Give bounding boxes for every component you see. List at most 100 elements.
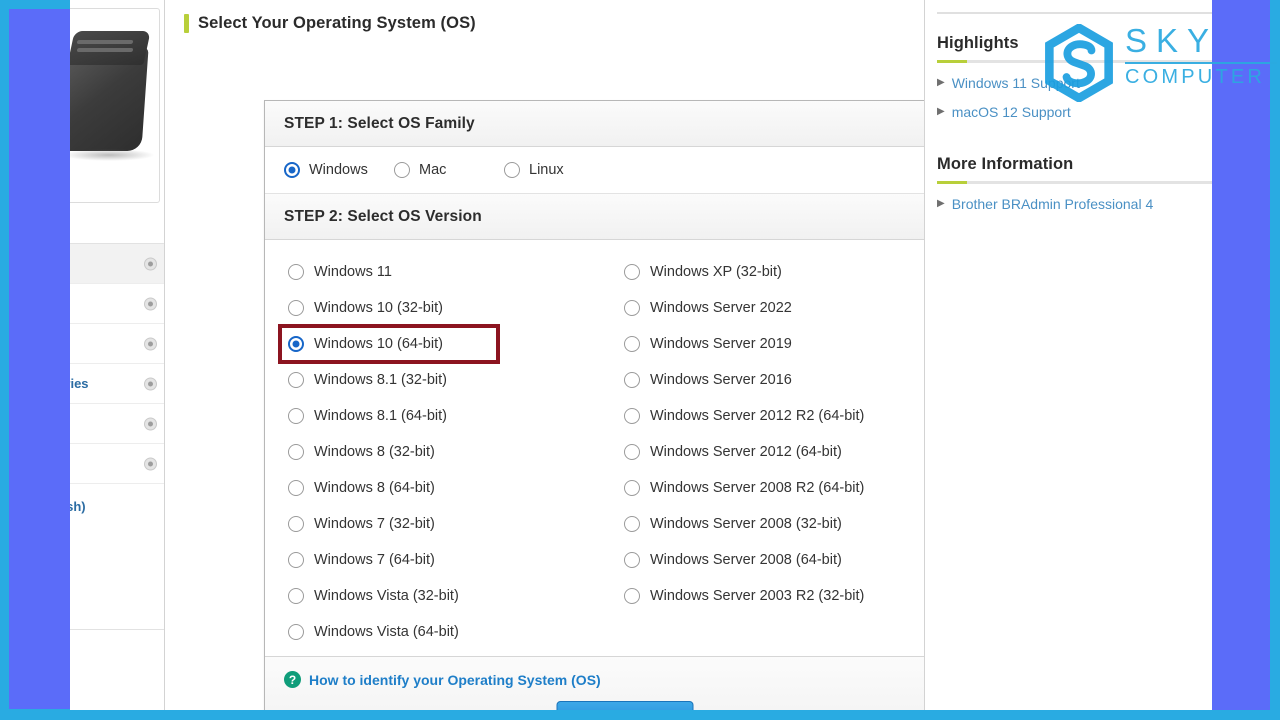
caret-right-icon: ▶ (937, 77, 945, 88)
help-link[interactable]: ? How to identify your Operating System … (284, 671, 601, 688)
radio-indicator-linux[interactable] (504, 162, 520, 178)
list-item[interactable] (70, 244, 164, 284)
left-sidebar-link-text[interactable] (70, 600, 157, 619)
radio-option-os-version[interactable]: Windows Vista (32-bit) (284, 578, 614, 614)
chevron-circle-icon[interactable] (144, 457, 157, 470)
step2-heading: STEP 2: Select OS Version (265, 194, 985, 240)
radio-option-os-version[interactable]: Windows 7 (64-bit) (284, 542, 614, 578)
radio-option-os-version[interactable]: Windows 8.1 (32-bit) (284, 362, 614, 398)
decorative-band-right (1212, 0, 1270, 710)
radio-option-os-version[interactable]: Windows Server 2016 (620, 362, 970, 398)
radio-label-os-version: Windows Server 2008 (64-bit) (650, 552, 842, 568)
chevron-circle-icon[interactable] (144, 297, 157, 310)
radio-indicator-os-version[interactable] (624, 372, 640, 388)
radio-option-os-version[interactable]: Windows 7 (32-bit) (284, 506, 614, 542)
list-item-label: ssories (70, 376, 89, 391)
list-item[interactable] (70, 444, 164, 484)
radio-indicator-os-version[interactable] (288, 336, 304, 352)
radio-label-os-version: Windows Vista (32-bit) (314, 588, 459, 604)
radio-option-os-version[interactable]: Windows 11 (284, 254, 614, 290)
list-item[interactable]: ssories (70, 364, 164, 404)
radio-indicator-mac[interactable] (394, 162, 410, 178)
radio-option-os-version[interactable]: Windows 10 (64-bit) (278, 324, 500, 364)
radio-indicator-os-version[interactable] (624, 336, 640, 352)
radio-option-os-version[interactable]: Windows 8 (32-bit) (284, 434, 614, 470)
radio-indicator-os-version[interactable] (624, 300, 640, 316)
main-column: Select Your Operating System (OS) STEP 1… (166, 0, 986, 710)
radio-option-os-version[interactable]: Windows Vista (64-bit) (284, 614, 614, 650)
radio-option-os-version[interactable]: Windows Server 2003 R2 (32-bit) (620, 578, 970, 614)
caret-right-icon: ▶ (937, 106, 945, 117)
radio-label-os-version: Windows 10 (64-bit) (314, 336, 443, 352)
radio-option-os-version[interactable]: Windows Server 2008 (64-bit) (620, 542, 970, 578)
highlights-heading: Highlights (937, 34, 1019, 52)
radio-option-os-version[interactable]: Windows 8.1 (64-bit) (284, 398, 614, 434)
decorative-band-left (9, 9, 70, 709)
left-sidebar-list: ng ssories (70, 243, 164, 630)
radio-option-os-version[interactable]: Windows Server 2012 (64-bit) (620, 434, 970, 470)
radio-indicator-os-version[interactable] (624, 444, 640, 460)
radio-indicator-os-version[interactable] (624, 408, 640, 424)
chevron-circle-icon[interactable] (144, 257, 157, 270)
highlights-section: Highlights ▶ Windows 11 Support ▶ macOS … (937, 34, 1212, 133)
chevron-circle-icon[interactable] (144, 337, 157, 350)
outer-frame: ng ssories (0, 0, 1280, 720)
radio-indicator-os-version[interactable] (288, 480, 304, 496)
radio-option-os-version[interactable]: Windows XP (32-bit) (620, 254, 970, 290)
radio-indicator-os-version[interactable] (288, 408, 304, 424)
radio-option-windows[interactable]: Windows (284, 162, 394, 178)
highlights-link-windows-11[interactable]: ▶ Windows 11 Support (937, 75, 1212, 91)
os-version-radio-group: Windows 11 Windows 10 (32-bit) Windows 10 … (265, 240, 985, 692)
radio-option-os-version[interactable]: Windows Server 2012 R2 (64-bit) (620, 398, 970, 434)
list-item[interactable] (70, 324, 164, 364)
radio-indicator-os-version[interactable] (288, 516, 304, 532)
right-sidebar: Highlights ▶ Windows 11 Support ▶ macOS … (924, 0, 1212, 710)
radio-option-os-version[interactable]: Windows Server 2008 (32-bit) (620, 506, 970, 542)
os-version-column-right: Windows XP (32-bit) Windows Server 2022 Wi… (620, 254, 970, 614)
radio-label-os-version: Windows XP (32-bit) (650, 264, 782, 280)
list-item[interactable]: ng (70, 284, 164, 324)
radio-indicator-os-version[interactable] (288, 444, 304, 460)
radio-indicator-os-version[interactable] (288, 552, 304, 568)
radio-label-os-version: Windows Server 2019 (650, 336, 792, 352)
left-sidebar: ng ssories (70, 0, 165, 710)
more-information-link-bradmin[interactable]: ▶ Brother BRAdmin Professional 4 (937, 196, 1212, 212)
more-information-divider (937, 181, 1212, 184)
radio-label-os-version: Windows 11 (314, 264, 392, 280)
more-information-link-label: Brother BRAdmin Professional 4 (951, 196, 1154, 212)
radio-indicator-os-version[interactable] (624, 552, 640, 568)
radio-label-linux: Linux (529, 162, 564, 178)
sidebar-top-divider (937, 12, 1212, 14)
radio-option-os-version[interactable]: Windows Server 2019 (620, 326, 970, 362)
radio-indicator-os-version[interactable] (288, 624, 304, 640)
radio-indicator-os-version[interactable] (288, 372, 304, 388)
radio-indicator-os-version[interactable] (624, 516, 640, 532)
radio-indicator-os-version[interactable] (624, 264, 640, 280)
radio-option-os-version[interactable]: Windows Server 2008 R2 (64-bit) (620, 470, 970, 506)
radio-option-os-version[interactable]: Windows Server 2022 (620, 290, 970, 326)
radio-indicator-os-version[interactable] (624, 480, 640, 496)
ok-button[interactable]: OK (556, 701, 694, 710)
radio-indicator-os-version[interactable] (624, 588, 640, 604)
radio-option-os-version[interactable]: Windows 10 (32-bit) (284, 290, 614, 326)
radio-indicator-os-version[interactable] (288, 588, 304, 604)
radio-label-os-version: Windows Server 2012 R2 (64-bit) (650, 408, 865, 424)
radio-option-linux[interactable]: Linux (504, 162, 564, 178)
radio-label-os-version: Windows Server 2012 (64-bit) (650, 444, 842, 460)
page-title-text: Select Your Operating System (OS) (198, 14, 476, 32)
list-item[interactable] (70, 404, 164, 444)
radio-label-os-version: Windows Server 2016 (650, 372, 792, 388)
help-link-label: How to identify your Operating System (O… (309, 671, 601, 688)
radio-indicator-os-version[interactable] (288, 300, 304, 316)
radio-indicator-os-version[interactable] (288, 264, 304, 280)
step2-heading-text: STEP 2: Select OS Version (284, 207, 482, 225)
highlights-link-macos-12[interactable]: ▶ macOS 12 Support (937, 104, 1212, 120)
chevron-circle-icon[interactable] (144, 417, 157, 430)
chevron-circle-icon[interactable] (144, 377, 157, 390)
caret-right-icon: ▶ (937, 198, 945, 209)
printer-shadow (70, 149, 155, 161)
radio-indicator-windows[interactable] (284, 162, 300, 178)
radio-option-mac[interactable]: Mac (394, 162, 504, 178)
radio-option-os-version[interactable]: Windows 8 (64-bit) (284, 470, 614, 506)
title-accent-bar (184, 14, 189, 33)
